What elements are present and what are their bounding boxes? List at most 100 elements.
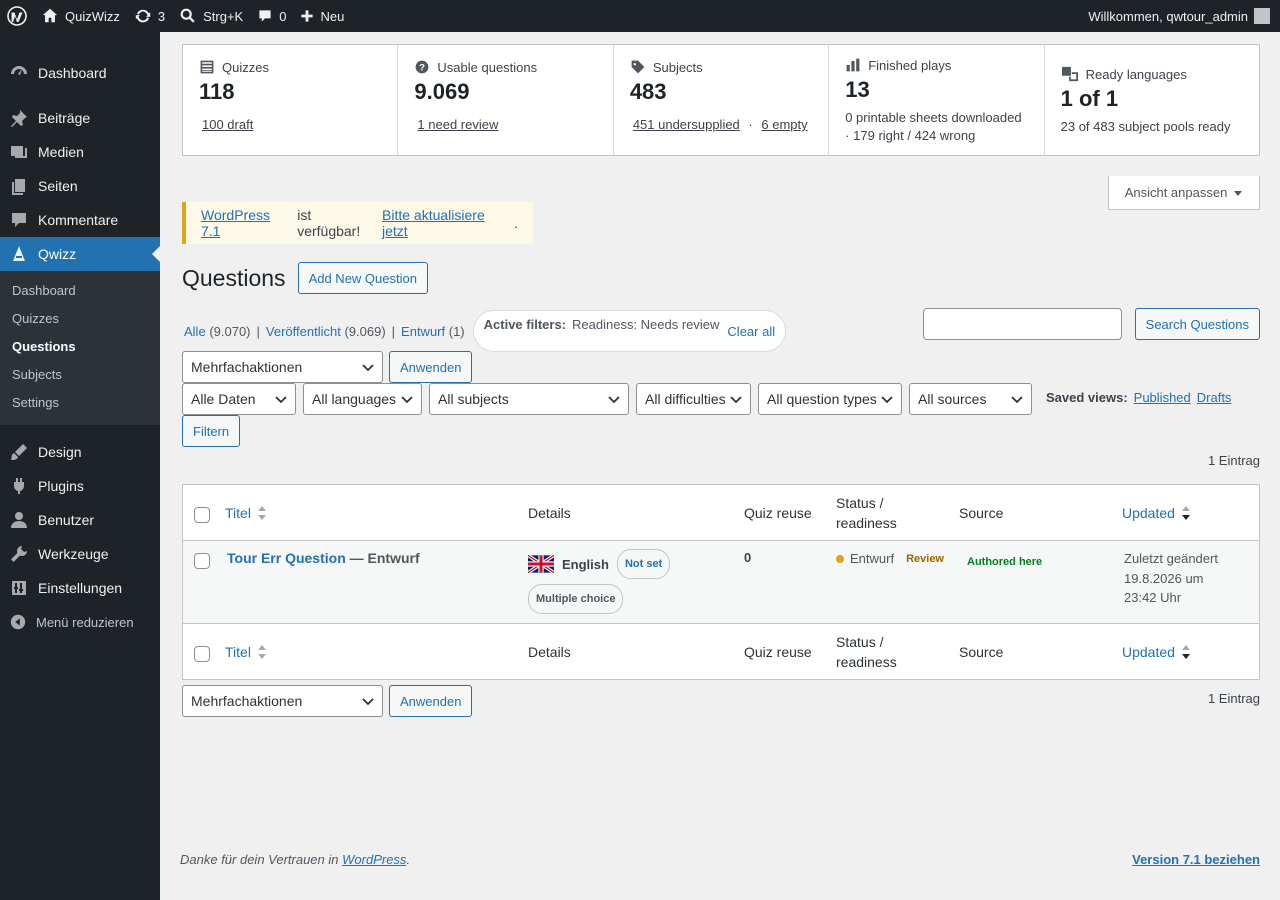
settings-icon — [12, 581, 26, 595]
menu-comments[interactable]: Kommentare — [0, 203, 160, 237]
date-filter-select[interactable]: Alle Daten — [182, 383, 296, 415]
status-dot — [836, 554, 844, 563]
comments-link[interactable]: 0 — [250, 0, 293, 32]
bulk-actions-select-bottom[interactable]: Mehrfachaktionen — [182, 685, 383, 717]
clear-filters-link[interactable]: Clear all — [727, 324, 775, 339]
filter-published-link[interactable]: Veröffentlicht — [266, 324, 341, 339]
quizzes-draft-link[interactable]: 100 draft — [202, 117, 253, 132]
updates-link[interactable]: 3 — [127, 0, 172, 32]
search-shortcut[interactable]: Strg+K — [172, 0, 250, 32]
chevron-down-icon — [275, 396, 287, 404]
status-filter-links: Alle (9.070) | Veröffentlicht (9.069) | … — [184, 310, 787, 352]
avatar — [1254, 8, 1270, 24]
user-icon — [11, 512, 27, 528]
chevron-down-icon — [362, 364, 374, 372]
search-questions-button[interactable]: Search Questions — [1134, 308, 1260, 340]
language-filter-select[interactable]: All languages — [303, 383, 422, 415]
chevron-down-icon — [881, 396, 893, 404]
undersupplied-link[interactable]: 451 undersupplied — [633, 117, 740, 132]
item-count-bottom: 1 Eintrag — [1207, 691, 1260, 706]
add-new-question-button[interactable]: Add New Question — [297, 262, 428, 294]
lang-status-badge: Not set — [616, 549, 671, 579]
apply-bulk-button-bottom[interactable]: Anwenden — [389, 685, 473, 717]
menu-design[interactable]: Design — [0, 435, 160, 469]
difficulty-filter-select[interactable]: All difficulties — [636, 383, 751, 415]
home-icon — [42, 8, 58, 23]
bulk-actions-select-top[interactable]: Mehrfachaktionen — [182, 351, 383, 383]
filter-all-link[interactable]: Alle — [184, 324, 206, 339]
saved-view-drafts[interactable]: Drafts — [1197, 390, 1232, 405]
chevron-down-icon — [401, 396, 413, 404]
menu-media[interactable]: Medien — [0, 135, 160, 169]
site-name-link[interactable]: QuizWizz — [34, 0, 127, 32]
get-version-link[interactable]: Version 7.1 beziehen — [1132, 852, 1260, 867]
screen-options-button[interactable]: Ansicht anpassen — [1108, 176, 1260, 210]
chevron-down-icon — [1011, 396, 1023, 404]
admin-menu: Dashboard Beiträge Medien Seiten Komment… — [0, 32, 160, 900]
status-label: Entwurf — [850, 551, 895, 566]
select-all-checkbox-bottom[interactable] — [194, 646, 210, 662]
sort-updated-bottom[interactable]: Updated — [1122, 644, 1191, 660]
submenu-questions[interactable]: Questions — [0, 334, 160, 362]
updated-date: Zuletzt geändert 19.8.2026 um 23:42 Uhr — [1124, 551, 1218, 605]
sort-title[interactable]: Titel — [225, 505, 267, 521]
pin-icon — [11, 110, 27, 127]
admin-footer: Danke für dein Vertrauen in WordPress. V… — [180, 852, 1260, 867]
questions-table: Titel Details Quiz reuse Status / readine… — [182, 484, 1260, 680]
chevron-down-icon — [730, 396, 742, 404]
wrench-icon — [11, 546, 28, 562]
caret-down-icon — [1234, 190, 1243, 196]
apply-bulk-button-top[interactable]: Anwenden — [389, 351, 473, 383]
submenu-dashboard[interactable]: Dashboard — [0, 278, 160, 306]
plus-icon — [301, 10, 314, 22]
sort-title-bottom[interactable]: Titel — [225, 644, 267, 660]
table-header: Titel Details Quiz reuse Status / readine… — [183, 485, 1259, 541]
active-filters: Active filters: Readiness: Needs review … — [472, 310, 787, 352]
sort-updated[interactable]: Updated — [1122, 505, 1191, 521]
wordpress-link[interactable]: WordPress — [342, 852, 406, 867]
menu-tools[interactable]: Werkzeuge — [0, 537, 160, 571]
account-menu[interactable]: Willkommen, qwtour_admin — [1081, 0, 1280, 32]
menu-collapse[interactable]: Menü reduzieren — [0, 605, 160, 639]
question-type-filter-select[interactable]: All question types — [758, 383, 902, 415]
filter-draft-link[interactable]: Entwurf — [401, 324, 445, 339]
submenu-subjects[interactable]: Subjects — [0, 362, 160, 390]
svg-text:?: ? — [419, 63, 425, 74]
sort-desc-icon — [1181, 644, 1190, 659]
menu-plugins[interactable]: Plugins — [0, 469, 160, 503]
filter-button[interactable]: Filtern — [182, 415, 241, 447]
sort-icon — [257, 644, 266, 659]
menu-posts[interactable]: Beiträge — [0, 101, 160, 135]
new-content-link[interactable]: Neu — [293, 0, 351, 32]
select-all-checkbox[interactable] — [194, 507, 210, 523]
stat-finished-plays: Finished plays 13 0 printable sheets dow… — [829, 45, 1045, 155]
admin-bar: QuizWizz 3 Strg+K 0 Neu Willkommen, qwto… — [0, 0, 1280, 32]
menu-pages[interactable]: Seiten — [0, 169, 160, 203]
stat-quizzes: Quizzes 118 100 draft — [183, 45, 399, 155]
need-review-link[interactable]: 1 need review — [417, 117, 498, 132]
search-input[interactable] — [923, 308, 1122, 340]
empty-subjects-link[interactable]: 6 empty — [761, 117, 807, 132]
row-checkbox[interactable] — [194, 553, 210, 569]
update-now-link[interactable]: Bitte aktualisiere jetzt — [382, 207, 514, 239]
source-filter-select[interactable]: All sources — [909, 383, 1032, 415]
saved-view-published[interactable]: Published — [1134, 390, 1191, 405]
collapse-icon — [10, 614, 26, 630]
menu-settings[interactable]: Einstellungen — [0, 571, 160, 605]
submenu-quizzes[interactable]: Quizzes — [0, 306, 160, 334]
stat-subjects: Subjects 483 451 undersupplied · 6 empty — [614, 45, 830, 155]
translation-icon — [1061, 66, 1078, 82]
dashboard-icon — [11, 66, 27, 75]
subject-filter-select[interactable]: All subjects — [429, 383, 629, 415]
menu-qwizz[interactable]: Qwizz — [0, 237, 160, 271]
wordpress-version-link[interactable]: WordPress 7.1 — [201, 207, 293, 239]
question-title-link[interactable]: Tour Err Question — [227, 550, 346, 566]
menu-dashboard[interactable]: Dashboard — [0, 56, 160, 90]
chevron-down-icon — [362, 698, 374, 706]
stat-ready-languages: Ready languages 1 of 1 23 of 483 subject… — [1060, 66, 1231, 135]
qwizz-icon — [13, 246, 25, 261]
wordpress-logo-icon[interactable] — [0, 0, 34, 32]
brush-icon — [11, 444, 27, 460]
submenu-settings[interactable]: Settings — [0, 390, 160, 418]
menu-users[interactable]: Benutzer — [0, 503, 160, 537]
